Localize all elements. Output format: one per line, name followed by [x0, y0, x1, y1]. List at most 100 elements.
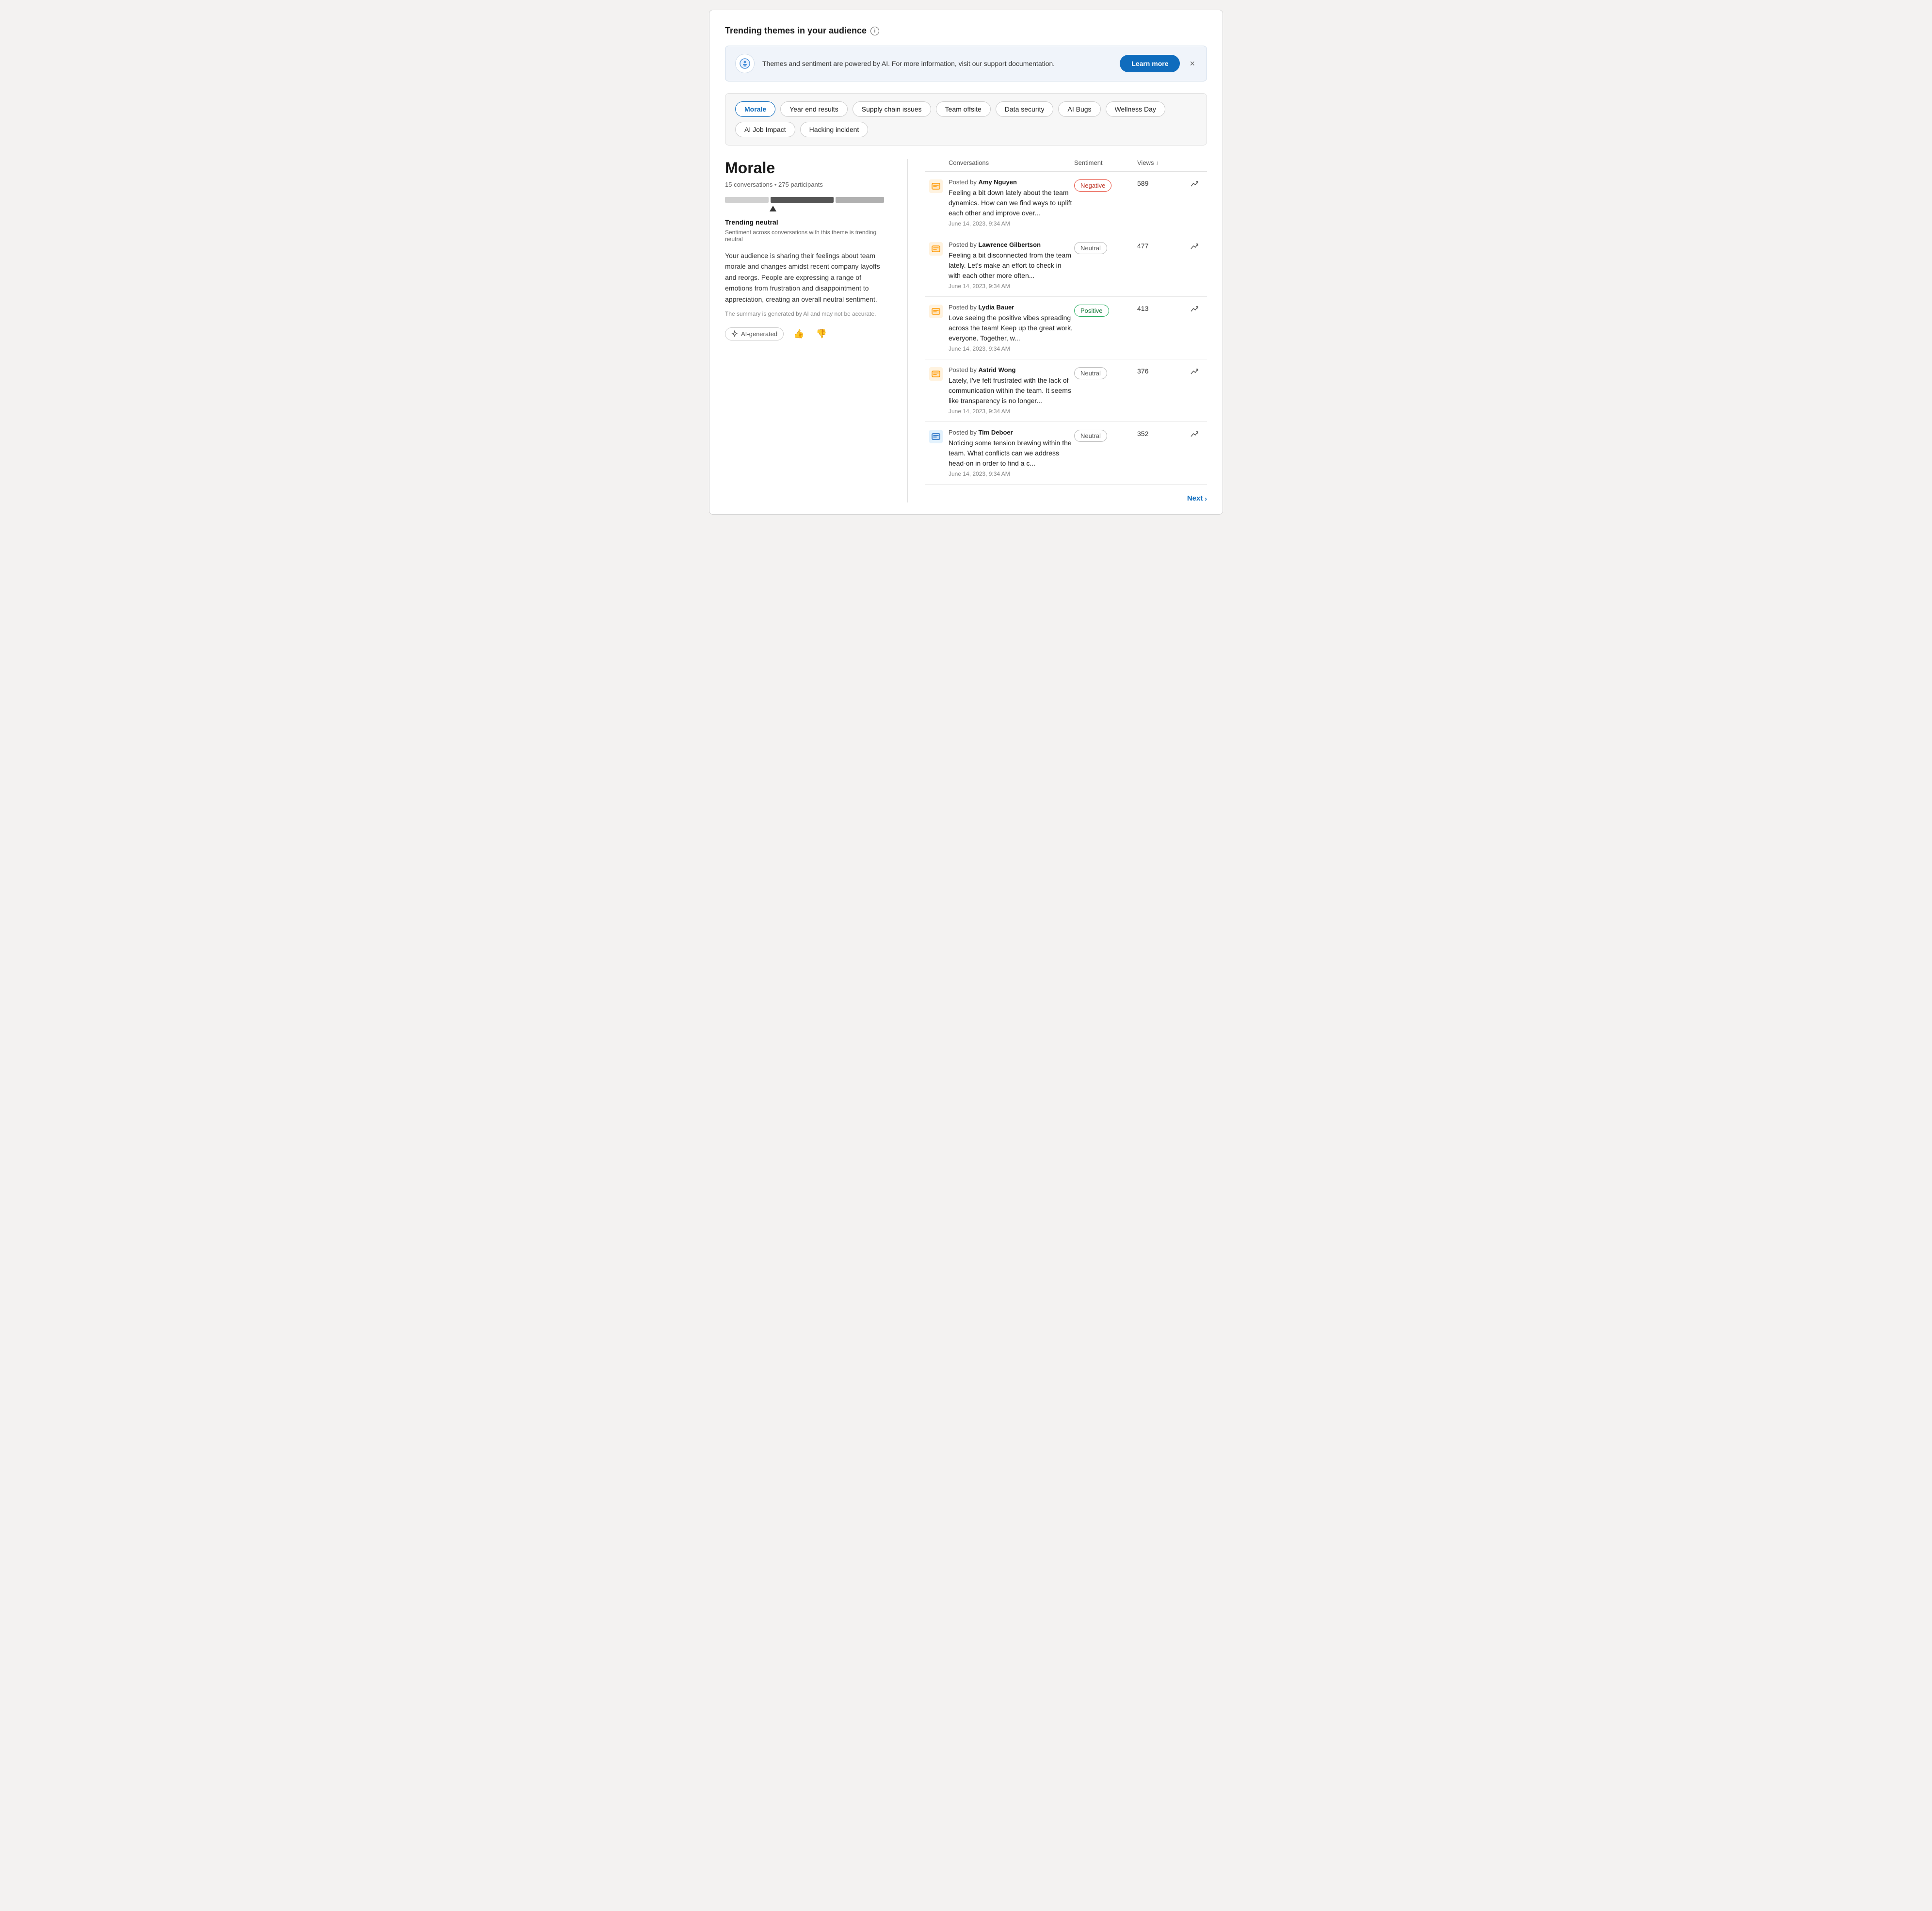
- conv-date: June 14, 2023, 9:34 AM: [949, 283, 1074, 290]
- conv-action: [1186, 366, 1203, 378]
- sentiment-bar: [725, 196, 890, 204]
- conv-author: Posted by Astrid Wong: [949, 366, 1074, 373]
- conv-body: Posted by Lydia Bauer Love seeing the po…: [949, 304, 1074, 352]
- sentiment-bar-container: [725, 196, 890, 211]
- conv-author: Posted by Lawrence Gilbertson: [949, 241, 1074, 248]
- summary-text: Your audience is sharing their feelings …: [725, 250, 890, 305]
- sentiment-badge: Positive: [1074, 305, 1109, 317]
- ai-generated-badge: AI-generated: [725, 327, 784, 340]
- theme-tag-ai-job-impact[interactable]: AI Job Impact: [735, 122, 795, 137]
- bar-neutral: [771, 197, 834, 203]
- conv-body: Posted by Lawrence Gilbertson Feeling a …: [949, 241, 1074, 290]
- main-content: Morale 15 conversations • 275 participan…: [725, 159, 1207, 502]
- trending-sub: Sentiment across conversations with this…: [725, 229, 890, 243]
- trend-button[interactable]: [1190, 430, 1199, 441]
- conv-action: [1186, 241, 1203, 253]
- conv-message-icon: [929, 430, 943, 443]
- conv-views: 352: [1137, 429, 1186, 437]
- conv-action: [1186, 178, 1203, 191]
- info-icon[interactable]: i: [870, 27, 879, 35]
- conv-icon-col: [929, 178, 949, 193]
- conv-views: 589: [1137, 178, 1186, 187]
- right-panel: Conversations Sentiment Views ↓ Posted b…: [925, 159, 1207, 502]
- theme-tag-hacking-incident[interactable]: Hacking incident: [800, 122, 869, 137]
- theme-tag-team-offsite[interactable]: Team offsite: [936, 101, 991, 117]
- theme-meta: 15 conversations • 275 participants: [725, 181, 890, 188]
- table-row: Posted by Tim Deboer Noticing some tensi…: [925, 422, 1207, 485]
- conv-date: June 14, 2023, 9:34 AM: [949, 470, 1074, 477]
- left-panel: Morale 15 conversations • 275 participan…: [725, 159, 890, 341]
- conv-icon-col: [929, 304, 949, 318]
- pagination: Next ›: [925, 485, 1207, 502]
- conv-icon-col: [929, 366, 949, 381]
- conv-text[interactable]: Feeling a bit down lately about the team…: [949, 188, 1074, 218]
- theme-detail-title: Morale: [725, 159, 890, 177]
- theme-tag-wellness-day[interactable]: Wellness Day: [1106, 101, 1165, 117]
- conv-sentiment: Neutral: [1074, 241, 1137, 254]
- themes-bar: Morale Year end results Supply chain issue…: [725, 93, 1207, 146]
- conv-text[interactable]: Lately, I've felt frustrated with the la…: [949, 375, 1074, 406]
- conv-icon-col: [929, 429, 949, 443]
- conv-body: Posted by Tim Deboer Noticing some tensi…: [949, 429, 1074, 477]
- conv-sentiment: Neutral: [1074, 366, 1137, 379]
- table-row: Posted by Lawrence Gilbertson Feeling a …: [925, 234, 1207, 297]
- sentiment-badge: Negative: [1074, 179, 1111, 192]
- sentiment-badge: Neutral: [1074, 367, 1107, 379]
- conv-message-icon: [929, 367, 943, 381]
- conv-text[interactable]: Love seeing the positive vibes spreading…: [949, 313, 1074, 343]
- themes-row: Morale Year end results Supply chain issue…: [735, 101, 1197, 137]
- conv-text[interactable]: Feeling a bit disconnected from the team…: [949, 250, 1074, 281]
- table-row: Posted by Amy Nguyen Feeling a bit down …: [925, 172, 1207, 234]
- trending-title: Trending neutral: [725, 218, 890, 226]
- sparkle-icon: [731, 330, 738, 337]
- conv-sentiment: Neutral: [1074, 429, 1137, 442]
- conv-message-icon: [929, 305, 943, 318]
- trend-button[interactable]: [1190, 242, 1199, 253]
- close-banner-button[interactable]: ×: [1188, 57, 1197, 71]
- conv-author: Posted by Amy Nguyen: [949, 178, 1074, 186]
- learn-more-button[interactable]: Learn more: [1120, 55, 1180, 72]
- trend-button[interactable]: [1190, 367, 1199, 378]
- trend-button[interactable]: [1190, 179, 1199, 191]
- trend-button[interactable]: [1190, 305, 1199, 316]
- col-views-header[interactable]: Views ↓: [1137, 159, 1186, 166]
- conv-text[interactable]: Noticing some tension brewing within the…: [949, 438, 1074, 469]
- thumbup-button[interactable]: 👍: [791, 327, 806, 341]
- bar-negative: [725, 197, 769, 203]
- main-container: Trending themes in your audience i Theme…: [709, 10, 1223, 515]
- ai-disclaimer: The summary is generated by AI and may n…: [725, 310, 890, 317]
- bar-positive: [836, 197, 884, 203]
- theme-tag-morale[interactable]: Morale: [735, 101, 775, 117]
- conv-views: 477: [1137, 241, 1186, 250]
- conversations-list: Posted by Amy Nguyen Feeling a bit down …: [925, 172, 1207, 485]
- sentiment-badge: Neutral: [1074, 430, 1107, 442]
- conv-date: June 14, 2023, 9:34 AM: [949, 345, 1074, 352]
- theme-tag-data-security[interactable]: Data security: [996, 101, 1054, 117]
- ai-footer: AI-generated 👍 👎: [725, 327, 890, 341]
- page-title: Trending themes in your audience: [725, 26, 867, 36]
- conv-icon-col: [929, 241, 949, 256]
- conv-body: Posted by Amy Nguyen Feeling a bit down …: [949, 178, 1074, 227]
- vertical-divider: [907, 159, 908, 502]
- table-row: Posted by Lydia Bauer Love seeing the po…: [925, 297, 1207, 359]
- table-row: Posted by Astrid Wong Lately, I've felt …: [925, 359, 1207, 422]
- sentiment-badge: Neutral: [1074, 242, 1107, 254]
- theme-tag-ai-bugs[interactable]: AI Bugs: [1058, 101, 1100, 117]
- conv-message-icon: [929, 242, 943, 256]
- thumbdown-button[interactable]: 👎: [814, 327, 829, 341]
- theme-tag-year-end-results[interactable]: Year end results: [780, 101, 848, 117]
- next-button[interactable]: Next ›: [1187, 494, 1207, 502]
- conv-message-icon: [929, 179, 943, 193]
- conv-action: [1186, 429, 1203, 441]
- col-conversations-header: Conversations: [929, 159, 1074, 166]
- page-title-row: Trending themes in your audience i: [725, 26, 1207, 36]
- conv-body: Posted by Astrid Wong Lately, I've felt …: [949, 366, 1074, 415]
- conv-author: Posted by Tim Deboer: [949, 429, 1074, 436]
- arrow-up-icon: [770, 206, 776, 211]
- conv-author: Posted by Lydia Bauer: [949, 304, 1074, 311]
- chevron-right-icon: ›: [1205, 495, 1207, 502]
- table-header: Conversations Sentiment Views ↓: [925, 159, 1207, 172]
- theme-tag-supply-chain-issues[interactable]: Supply chain issues: [853, 101, 931, 117]
- conv-date: June 14, 2023, 9:34 AM: [949, 408, 1074, 415]
- ai-generated-label: AI-generated: [741, 330, 777, 338]
